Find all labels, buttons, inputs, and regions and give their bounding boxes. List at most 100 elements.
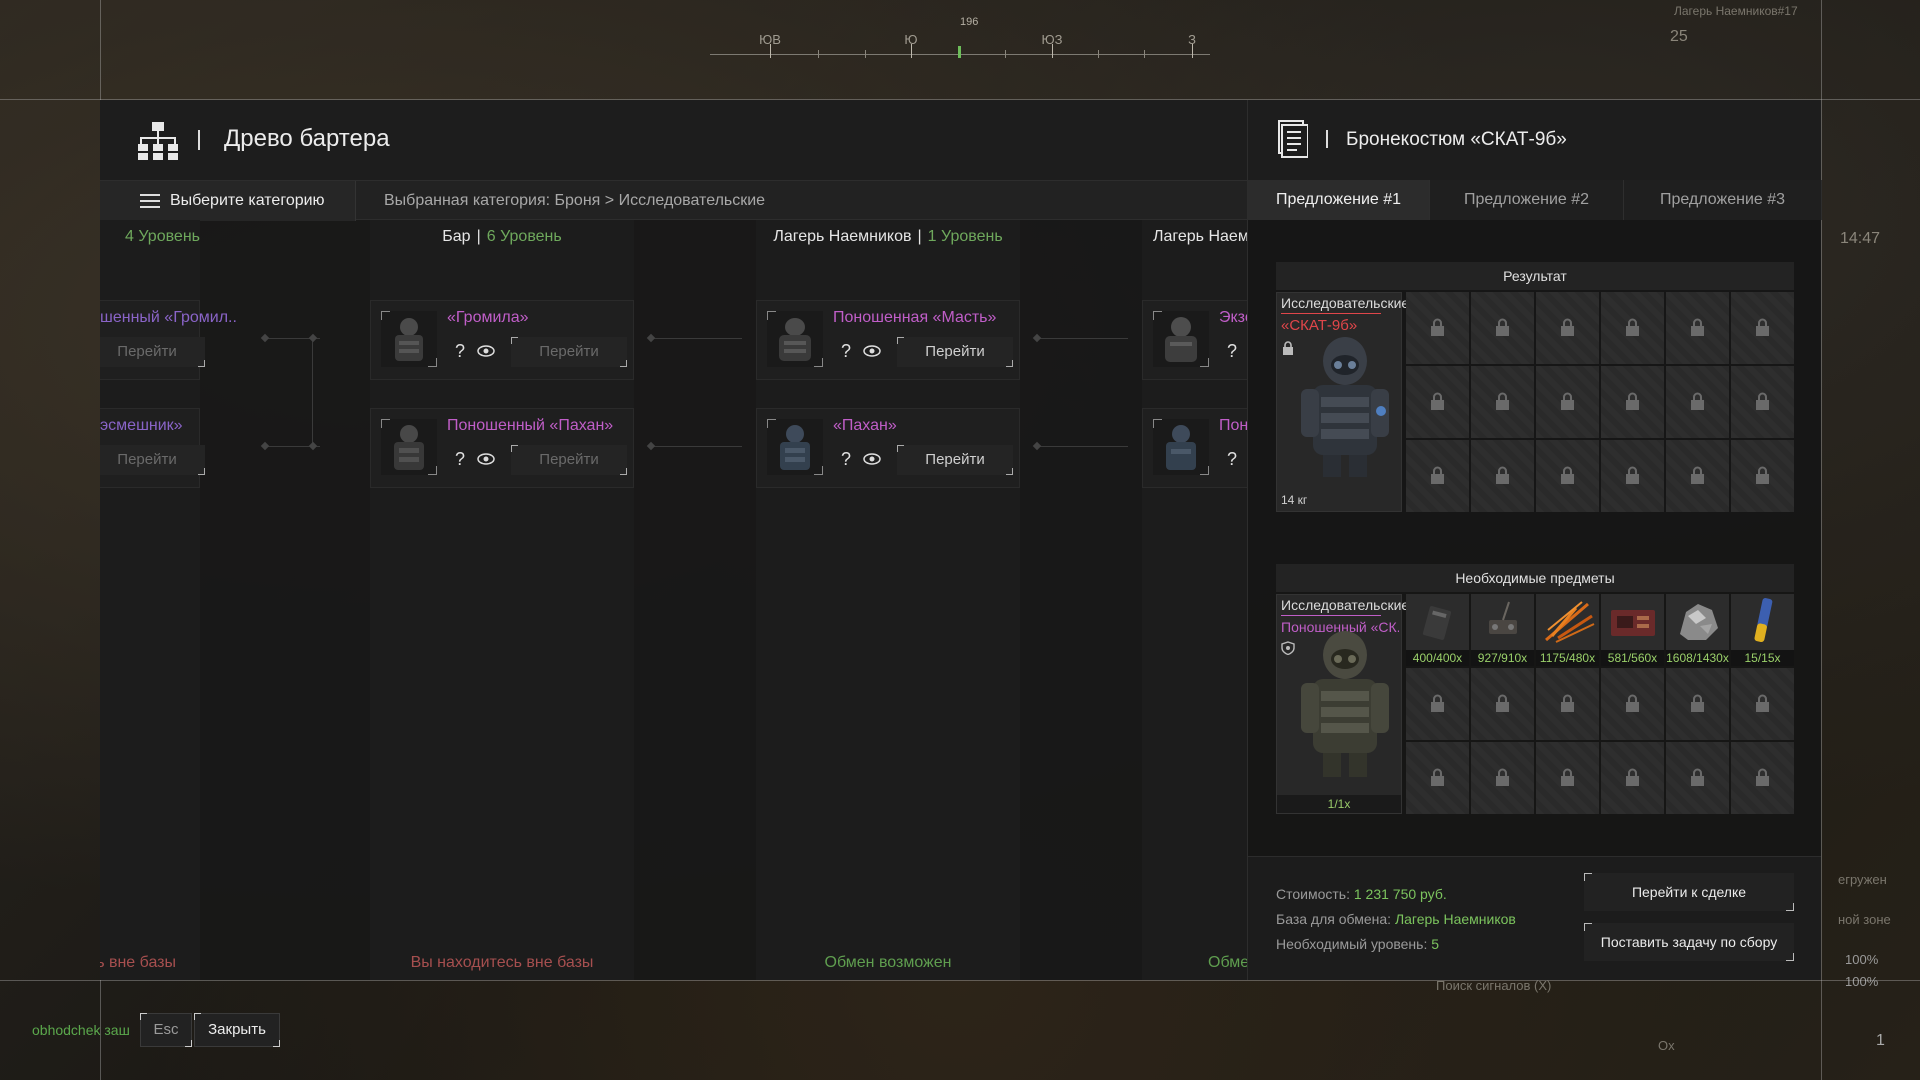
node-item-name: эсмешник»	[100, 417, 183, 434]
column-status: тесь вне базы	[100, 954, 176, 971]
required-slot[interactable]: 400/400x	[1406, 594, 1469, 666]
tree-node[interactable]: эсмешник» Перейти	[100, 408, 205, 488]
lock-icon	[1626, 318, 1639, 336]
compass: ЮВ Ю ЮЗ З 196	[700, 10, 1220, 70]
compass-degrees: 196	[960, 16, 979, 28]
locked-slot	[1406, 366, 1469, 438]
tree-connector	[312, 338, 313, 446]
armor-icon	[394, 425, 424, 470]
tab-offer-2[interactable]: Предложение #2	[1430, 180, 1624, 220]
lock-icon	[1561, 392, 1574, 410]
eye-icon[interactable]	[477, 453, 495, 465]
help-icon[interactable]: ?	[841, 341, 851, 362]
result-item-card[interactable]: Исследовательские «СКАТ-9б» 14 кг	[1276, 292, 1409, 512]
connector-dot	[308, 333, 318, 343]
help-icon[interactable]: ?	[1227, 449, 1237, 470]
locked-slot	[1731, 668, 1794, 740]
help-icon[interactable]: ?	[1227, 341, 1237, 362]
help-icon[interactable]: ?	[841, 449, 851, 470]
lock-icon	[1431, 694, 1444, 712]
item-thumbnail	[381, 419, 437, 475]
tab-offer-3[interactable]: Предложение #3	[1624, 180, 1822, 220]
compass-marker	[958, 46, 961, 58]
help-icon[interactable]: ?	[455, 449, 465, 470]
node-item-name: Поношенный «Пахан»	[447, 417, 614, 434]
lock-icon	[1431, 392, 1444, 410]
required-slot[interactable]: 927/910x	[1471, 594, 1534, 666]
lock-icon	[1496, 768, 1509, 786]
esc-key-hint[interactable]: Esc	[140, 1013, 192, 1047]
close-button[interactable]: Закрыть	[194, 1013, 280, 1047]
connector-dot	[646, 441, 656, 451]
locked-slot	[1406, 742, 1469, 814]
connector-dot	[260, 333, 270, 343]
connector-dot	[308, 441, 318, 451]
eye-icon[interactable]	[863, 345, 881, 357]
locked-slot	[1471, 668, 1534, 740]
document-icon	[1278, 120, 1308, 158]
tree-column: 4 Уровень шенный «Громил.. Перейти эсмеш…	[100, 220, 237, 980]
base-value: Лагерь Наемников	[1394, 911, 1516, 927]
required-slot[interactable]: 1608/1430x	[1666, 594, 1729, 666]
compass-label: ЮВ	[759, 32, 781, 47]
tab-offer-1[interactable]: Предложение #1	[1248, 180, 1430, 220]
tree-node[interactable]: Поношенный «Пахан» ? Перейти	[370, 408, 634, 488]
header-separator	[1326, 130, 1328, 148]
required-item-card[interactable]: Исследовательские Поношенный «СК.. 1/1x	[1276, 594, 1409, 814]
goto-button[interactable]: Перейти	[511, 445, 627, 475]
set-collection-task-button[interactable]: Поставить задачу по сбору	[1584, 923, 1794, 961]
column-header: Лагерь Наем	[1142, 228, 1247, 246]
tree-connector	[1036, 446, 1128, 447]
eye-icon[interactable]	[863, 453, 881, 465]
eye-icon[interactable]	[477, 345, 495, 357]
locked-slot	[1666, 742, 1729, 814]
tree-node[interactable]: «Пахан» ? Перейти	[756, 408, 1020, 488]
item-thumbnail	[767, 311, 823, 367]
column-status: Обмен возможен	[824, 954, 952, 971]
chat-status: obhodchek заш	[32, 1022, 130, 1038]
connector-dot	[260, 441, 270, 451]
required-slot[interactable]: 1175/480x	[1536, 594, 1599, 666]
offer-title: Бронекостюм «СКАТ-9б»	[1346, 129, 1567, 150]
lock-icon	[1561, 318, 1574, 336]
goto-button[interactable]: Перейти	[100, 445, 205, 475]
lock-icon	[1561, 466, 1574, 484]
locked-slot	[1601, 292, 1664, 364]
lock-icon	[1626, 694, 1639, 712]
compass-label: Ю	[904, 32, 918, 47]
cost-line: Стоимость: 1 231 750 руб.	[1276, 886, 1447, 902]
tree-node[interactable]: Поношенная «Масть» ? Перейти	[756, 300, 1020, 380]
armor-suit-icon	[1301, 631, 1389, 777]
required-slot[interactable]: 15/15x	[1731, 594, 1794, 666]
locked-slot	[1731, 292, 1794, 364]
lock-icon	[1561, 768, 1574, 786]
goto-button[interactable]: Перейти	[100, 337, 205, 367]
help-icon[interactable]: ?	[455, 341, 465, 362]
required-slot[interactable]: 581/560x	[1601, 594, 1664, 666]
armor-icon	[780, 425, 810, 470]
item-thumbnail	[767, 419, 823, 475]
barter-tree-panel: Древо бартера Выберите категорию Выбранн…	[100, 100, 1247, 980]
goto-button[interactable]: Перейти	[897, 445, 1013, 475]
tree-connector	[650, 446, 742, 447]
tree-node[interactable]: Пон ?	[1142, 408, 1247, 488]
goto-button[interactable]: Перейти	[897, 337, 1013, 367]
hud-number: 25	[1670, 28, 1688, 45]
locked-slot	[1536, 440, 1599, 512]
level-value: 5	[1431, 936, 1440, 952]
locked-slot	[1406, 440, 1469, 512]
lock-icon	[1561, 694, 1574, 712]
orange-plant-icon	[1545, 601, 1595, 643]
ammo-box-icon	[1422, 606, 1452, 640]
tree-node[interactable]: шенный «Громил.. Перейти	[100, 300, 237, 380]
tree-node[interactable]: Экзо ?	[1142, 300, 1247, 380]
select-category-button[interactable]: Выберите категорию	[100, 181, 356, 221]
lock-icon	[1496, 318, 1509, 336]
tree-node[interactable]: «Громила» ? Перейти	[370, 300, 634, 380]
goto-deal-button[interactable]: Перейти к сделке	[1584, 873, 1794, 911]
locked-slot	[1731, 440, 1794, 512]
locked-slot	[1471, 742, 1534, 814]
goto-button[interactable]: Перейти	[511, 337, 627, 367]
lock-icon	[1756, 318, 1769, 336]
tree-area[interactable]: 4 Уровень шенный «Громил.. Перейти эсмеш…	[100, 220, 1247, 980]
